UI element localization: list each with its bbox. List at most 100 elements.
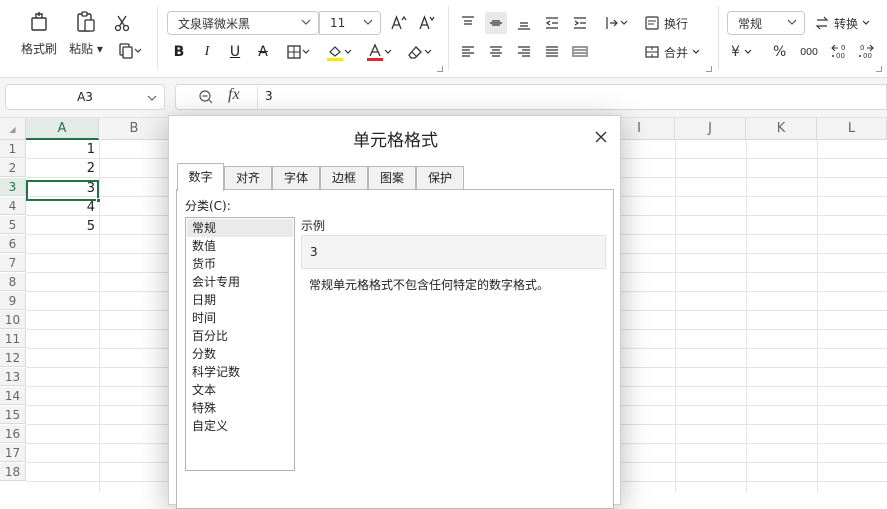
- cell-a5[interactable]: 5: [27, 217, 98, 235]
- font-color-button[interactable]: [362, 41, 396, 63]
- row-header[interactable]: 6: [0, 235, 26, 253]
- text-direction-icon: [606, 17, 618, 29]
- row-header[interactable]: 4: [0, 197, 26, 215]
- italic-button[interactable]: I: [196, 41, 218, 63]
- decrease-font-size-button[interactable]: [416, 12, 438, 34]
- tab-pattern[interactable]: 图案: [368, 166, 416, 190]
- category-item-general[interactable]: 常规: [187, 219, 293, 237]
- category-item-text[interactable]: 文本: [187, 381, 293, 399]
- wrap-text-button[interactable]: 换行: [644, 12, 688, 34]
- cut-button[interactable]: [111, 12, 133, 34]
- row-header[interactable]: 10: [0, 311, 26, 329]
- cell-a2[interactable]: 2: [27, 159, 98, 177]
- currency-format-button[interactable]: ¥: [731, 42, 752, 62]
- fill-color-button[interactable]: [322, 41, 356, 63]
- align-center-button[interactable]: [485, 41, 507, 63]
- number-format-select[interactable]: 常规: [727, 11, 805, 35]
- row-header[interactable]: 5: [0, 216, 26, 234]
- row-header[interactable]: 18: [0, 463, 26, 481]
- tab-font[interactable]: 字体: [272, 166, 320, 190]
- paste-button[interactable]: 粘贴 ▾: [64, 10, 108, 57]
- category-item-fraction[interactable]: 分数: [187, 345, 293, 363]
- row-header[interactable]: 14: [0, 387, 26, 405]
- fill-handle[interactable]: [96, 198, 101, 203]
- chevron-down-icon: [787, 19, 797, 25]
- justify-button[interactable]: [541, 41, 563, 63]
- outdent-icon: [545, 17, 558, 29]
- distributed-align-button[interactable]: [569, 41, 591, 63]
- chevron-down-icon: [620, 20, 628, 25]
- formula-input[interactable]: fx 3: [175, 84, 887, 110]
- row-header[interactable]: 9: [0, 292, 26, 310]
- category-item-scientific[interactable]: 科学记数: [187, 363, 293, 381]
- row-header[interactable]: 1: [0, 140, 26, 158]
- increase-decimal-button[interactable]: 00 0: [828, 41, 850, 63]
- font-size-select[interactable]: 11: [319, 11, 381, 35]
- column-header-l[interactable]: L: [817, 118, 887, 140]
- underline-button[interactable]: U: [224, 41, 246, 63]
- category-item-special[interactable]: 特殊: [187, 399, 293, 417]
- select-all-corner[interactable]: ◢: [0, 118, 26, 140]
- category-list[interactable]: 常规 数值 货币 会计专用 日期 时间 百分比 分数 科学记数 文本 特殊 自定…: [185, 217, 295, 471]
- column-header-b[interactable]: B: [99, 118, 170, 140]
- bold-button[interactable]: B: [168, 41, 190, 63]
- tab-number[interactable]: 数字: [177, 163, 224, 191]
- thousands-separator-icon: 000: [800, 46, 818, 58]
- tab-border[interactable]: 边框: [320, 166, 368, 190]
- chevron-down-icon: [744, 49, 752, 54]
- row-header[interactable]: 7: [0, 254, 26, 272]
- align-middle-button[interactable]: [485, 12, 507, 34]
- column-header-a[interactable]: A: [26, 118, 99, 140]
- close-button[interactable]: [593, 129, 609, 145]
- row-header[interactable]: 3: [0, 178, 26, 196]
- number-group-launcher[interactable]: [876, 66, 882, 72]
- text-direction-button[interactable]: [600, 12, 632, 34]
- strikethrough-icon: A: [258, 44, 268, 60]
- insert-function-button[interactable]: fx: [228, 86, 240, 104]
- column-header-j[interactable]: J: [675, 118, 746, 140]
- strikethrough-button[interactable]: A: [252, 41, 274, 63]
- align-bottom-button[interactable]: [513, 12, 535, 34]
- decrease-indent-button[interactable]: [541, 12, 563, 34]
- tab-alignment[interactable]: 对齐: [224, 166, 272, 190]
- category-item-time[interactable]: 时间: [187, 309, 293, 327]
- copy-button[interactable]: [113, 40, 147, 62]
- increase-font-size-button[interactable]: [388, 12, 410, 34]
- percent-format-button[interactable]: %: [773, 42, 786, 62]
- row-header[interactable]: 8: [0, 273, 26, 291]
- column-header-k[interactable]: K: [746, 118, 817, 140]
- svg-text:0: 0: [841, 44, 845, 52]
- row-header[interactable]: 13: [0, 368, 26, 386]
- convert-button[interactable]: 转换: [814, 12, 870, 34]
- align-left-button[interactable]: [457, 41, 479, 63]
- category-item-date[interactable]: 日期: [187, 291, 293, 309]
- row-header[interactable]: 11: [0, 330, 26, 348]
- row-header[interactable]: 16: [0, 425, 26, 443]
- clear-button[interactable]: [402, 41, 436, 63]
- alignment-group-launcher[interactable]: [706, 66, 712, 72]
- tab-protection[interactable]: 保护: [416, 166, 464, 190]
- row-header[interactable]: 17: [0, 444, 26, 462]
- zoom-formula-button[interactable]: [198, 89, 214, 108]
- merge-button[interactable]: 合并: [644, 41, 700, 63]
- decrease-decimal-button[interactable]: 00 0: [855, 41, 877, 63]
- borders-button[interactable]: [282, 41, 314, 63]
- category-item-custom[interactable]: 自定义: [187, 417, 293, 435]
- font-name-select[interactable]: 文泉驿微米黑: [167, 11, 319, 35]
- category-item-accounting[interactable]: 会计专用: [187, 273, 293, 291]
- category-item-number[interactable]: 数值: [187, 237, 293, 255]
- row-header[interactable]: 2: [0, 159, 26, 177]
- align-right-button[interactable]: [513, 41, 535, 63]
- format-painter-button[interactable]: 格式刷: [17, 10, 61, 57]
- thousands-separator-button[interactable]: 000: [800, 43, 818, 61]
- number-tab-panel: 分类(C): 常规 数值 货币 会计专用 日期 时间 百分比 分数 科学记数 文…: [176, 189, 614, 509]
- increase-indent-button[interactable]: [569, 12, 591, 34]
- cell-a1[interactable]: 1: [27, 140, 98, 158]
- category-item-currency[interactable]: 货币: [187, 255, 293, 273]
- row-header[interactable]: 15: [0, 406, 26, 424]
- row-header[interactable]: 12: [0, 349, 26, 367]
- align-top-button[interactable]: [457, 12, 479, 34]
- category-item-percentage[interactable]: 百分比: [187, 327, 293, 345]
- name-box[interactable]: A3: [5, 84, 165, 110]
- font-group-launcher[interactable]: [437, 66, 443, 72]
